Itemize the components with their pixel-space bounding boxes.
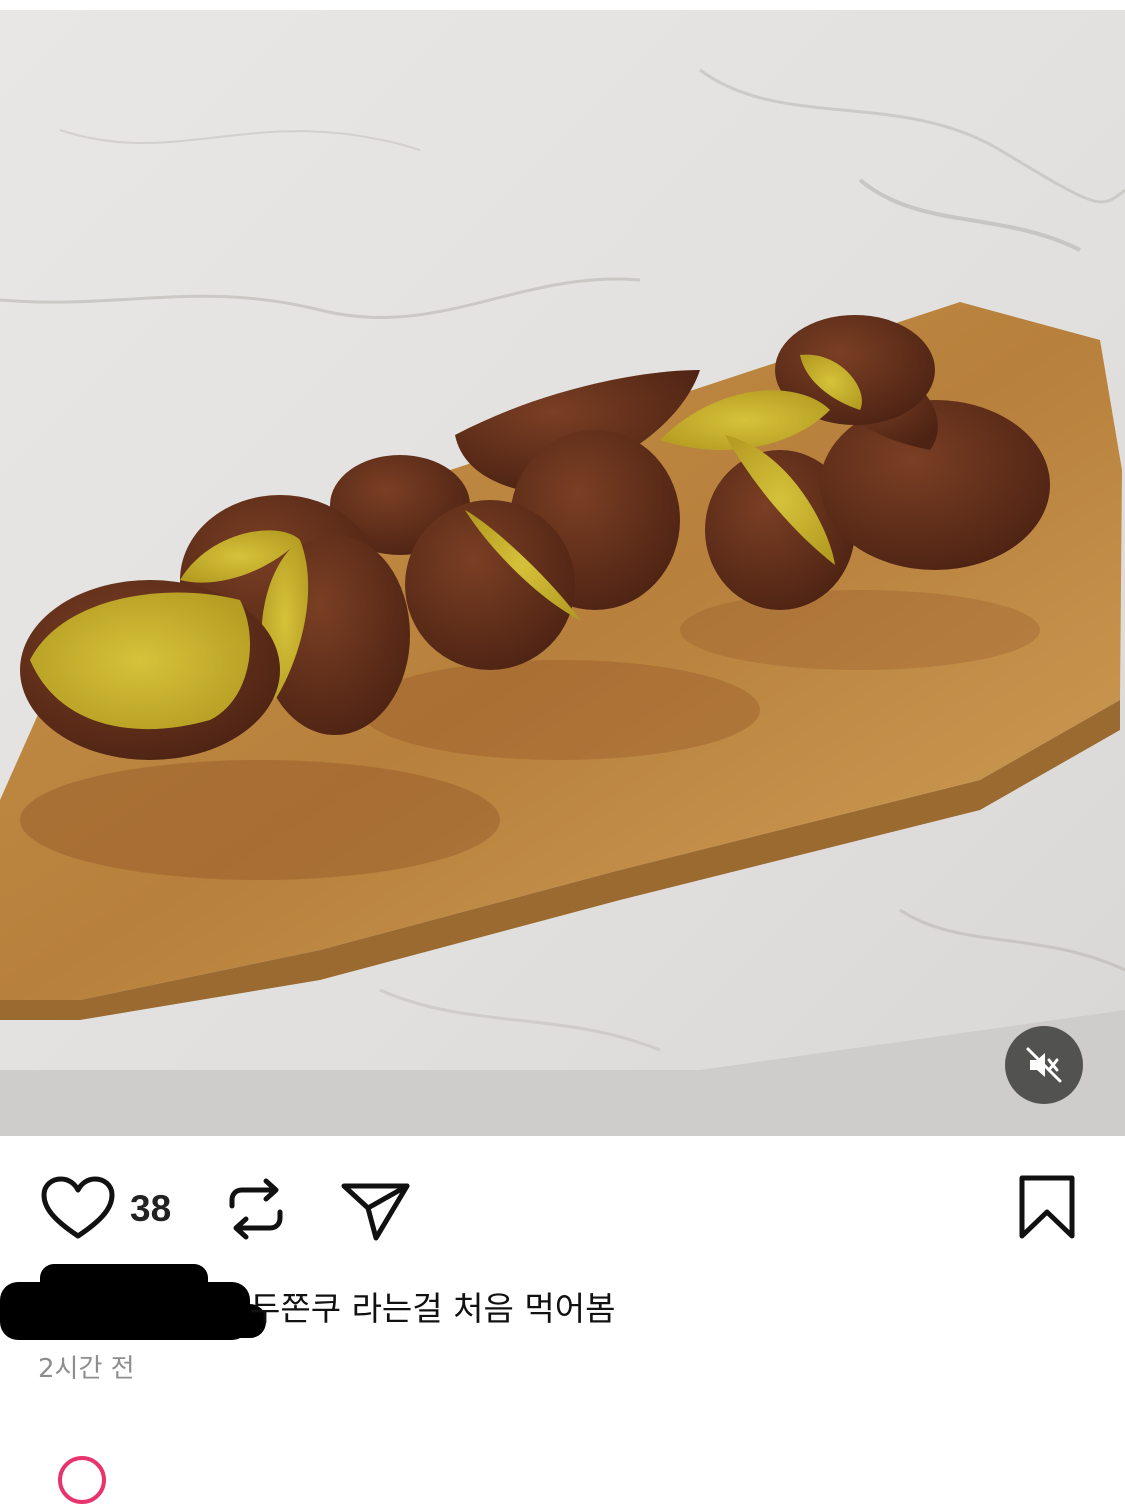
bookmark-icon [1019,1175,1075,1239]
mute-toggle-button[interactable] [1005,1026,1083,1104]
post-caption: 두쫀쿠 라는걸 처음 먹어봄 [0,1262,1125,1342]
like-count: 38 [130,1188,172,1229]
post-media-image[interactable] [0,10,1125,1136]
food-photo [0,10,1125,1136]
speaker-muted-icon [1026,1047,1062,1083]
repost-icon [229,1178,283,1240]
repost-button[interactable] [224,1176,288,1242]
save-button[interactable] [1016,1174,1078,1240]
share-button[interactable] [340,1176,412,1242]
send-icon [341,1183,410,1241]
like-button[interactable]: 38 [40,1176,171,1242]
heart-icon [41,1176,115,1239]
post-action-bar: 38 [0,1170,1125,1250]
caption-text: 두쫀쿠 라는걸 처음 먹어봄 [250,1289,616,1328]
next-post-avatar[interactable] [58,1456,106,1504]
post-timestamp: 2시간 전 [38,1354,135,1384]
